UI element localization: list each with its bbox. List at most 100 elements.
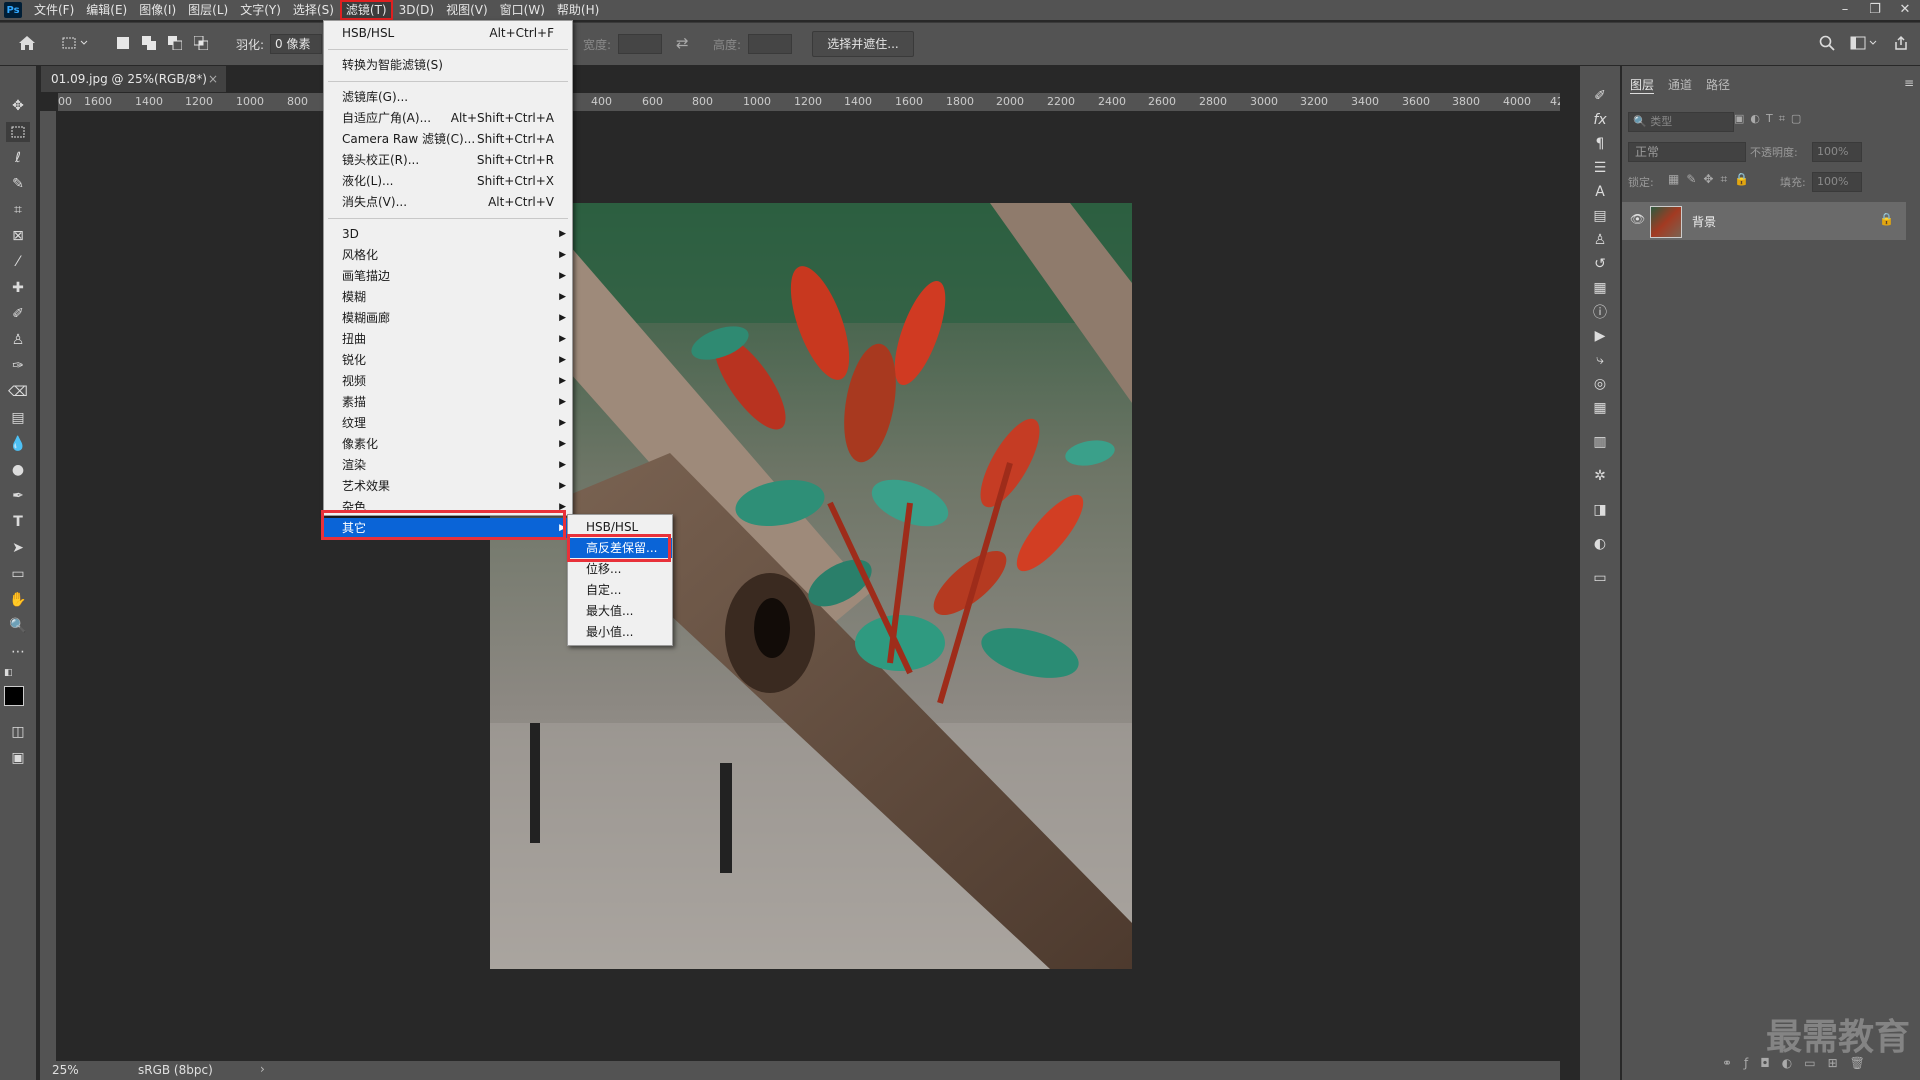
other-submenu-item-3[interactable]: 自定... [568,580,672,600]
pen-tool-icon[interactable]: ✒ [6,486,30,506]
clone-source-icon[interactable]: ♙ [1590,230,1610,250]
menu-item-submenu-3[interactable]: 模糊 ▶ [324,287,572,307]
lasso-tool-icon[interactable]: ℓ [6,148,30,168]
menu-layer[interactable]: 图层(L) [182,0,234,20]
menu-help[interactable]: 帮助(H) [551,0,605,20]
layer-filter-select[interactable]: 🔍 类型 [1628,112,1734,132]
crop-tool-icon[interactable]: ⌗ [6,200,30,220]
glyphs-icon[interactable]: ▤ [1590,206,1610,226]
3d-icon[interactable]: ◎ [1590,374,1610,394]
search-icon[interactable] [1816,32,1838,54]
menu-item-filter-2[interactable]: 滤镜库(G)... [324,87,572,107]
menu-item-submenu-0[interactable]: 3D ▶ [324,224,572,244]
type-tool-icon[interactable]: T [6,512,30,532]
menu-item-convert-smart-filter[interactable]: 转换为智能滤镜(S) [324,55,572,75]
marquee-preset-icon[interactable] [58,32,92,54]
gradient-tool-icon[interactable]: ▤ [6,408,30,428]
swap-icon[interactable]: ⇄ [676,34,689,52]
visibility-eye-icon[interactable]: 👁 [1630,212,1645,226]
frame-tool-icon[interactable]: ⊠ [6,226,30,246]
brush-tool-icon[interactable]: ✐ [6,304,30,324]
menu-3d[interactable]: 3D(D) [393,0,440,20]
default-colors-icon[interactable]: ◧ [4,668,16,678]
menu-item-filter-7[interactable]: 消失点(V)... Alt+Ctrl+V [324,192,572,212]
other-submenu-item-4[interactable]: 最大值... [568,601,672,621]
brush-settings-icon[interactable]: ✐ [1590,86,1610,106]
path-select-tool-icon[interactable]: ➤ [6,538,30,558]
menu-item-submenu-8[interactable]: 素描 ▶ [324,392,572,412]
menu-image[interactable]: 图像(I) [133,0,182,20]
workspace-icon[interactable] [1848,32,1880,54]
blur-tool-icon[interactable]: 💧 [6,434,30,454]
table-icon[interactable]: ▦ [1590,398,1610,418]
blend-mode-select[interactable]: 正常 [1628,142,1746,162]
paragraph-icon[interactable]: ¶ [1590,134,1610,154]
rectangle-tool-icon[interactable]: ▭ [6,564,30,584]
menu-type[interactable]: 文字(Y) [234,0,287,20]
move-tool-icon[interactable]: ✥ [6,96,30,116]
home-icon[interactable] [14,32,40,54]
other-submenu-item-5[interactable]: 最小值... [568,622,672,642]
layer-row-background[interactable]: 👁 背景 🔒 [1622,202,1906,240]
menu-item-filter-3[interactable]: 自适应广角(A)... Alt+Shift+Ctrl+A [324,108,572,128]
lock-icons[interactable]: ▦✎✥⌗🔒 [1668,172,1756,187]
styles-icon[interactable]: fx [1590,110,1610,130]
share-icon[interactable] [1890,32,1912,54]
menu-item-submenu-6[interactable]: 锐化 ▶ [324,350,572,370]
menu-item-submenu-1[interactable]: 风格化 ▶ [324,245,572,265]
new-selection-icon[interactable] [114,32,132,54]
fill-input[interactable]: 100% [1812,172,1862,192]
menu-item-filter-6[interactable]: 液化(L)... Shift+Ctrl+X [324,171,572,191]
document-tab[interactable]: 01.09.jpg @ 25%(RGB/8*) × [41,66,226,92]
menu-item-submenu-7[interactable]: 视频 ▶ [324,371,572,391]
restore-icon[interactable]: ❐ [1860,0,1890,20]
width-input[interactable] [618,34,662,54]
menu-item-submenu-12[interactable]: 艺术效果 ▶ [324,476,572,496]
quick-select-tool-icon[interactable]: ✎ [6,174,30,194]
menu-window[interactable]: 窗口(W) [494,0,551,20]
menu-select[interactable]: 选择(S) [287,0,340,20]
history-brush-tool-icon[interactable]: ✑ [6,356,30,376]
menu-item-hsb-hsl[interactable]: HSB/HSL Alt+Ctrl+F [324,23,572,43]
menu-edit[interactable]: 编辑(E) [80,0,133,20]
notes-icon[interactable]: ▥ [1590,432,1610,452]
panel-menu-icon[interactable]: ≡ [1904,76,1914,90]
quick-mask-icon[interactable]: ◫ [6,722,30,742]
menu-file[interactable]: 文件(F) [28,0,80,20]
healing-brush-tool-icon[interactable]: ✚ [6,278,30,298]
menu-item-submenu-9[interactable]: 纹理 ▶ [324,413,572,433]
color-icon[interactable]: ◐ [1590,534,1610,554]
menu-item-filter-5[interactable]: 镜头校正(R)... Shift+Ctrl+R [324,150,572,170]
other-submenu-item-2[interactable]: 位移... [568,559,672,579]
character-icon[interactable]: A [1590,182,1610,202]
layer-lock-icon[interactable]: 🔒 [1879,212,1894,226]
eyedropper-tool-icon[interactable]: ⁄ [6,252,30,272]
menu-filter[interactable]: 滤镜(T) [339,0,393,20]
menu-item-submenu-2[interactable]: 画笔描边 ▶ [324,266,572,286]
height-input[interactable] [748,34,792,54]
properties-icon[interactable]: ◨ [1590,500,1610,520]
tab-channels[interactable]: 通道 [1668,76,1692,94]
screen-mode-icon[interactable]: ▣ [6,748,30,768]
layer-filter-icons[interactable]: ▣◐T⌗▢ [1734,112,1904,130]
menu-item-submenu-5[interactable]: 扭曲 ▶ [324,329,572,349]
select-and-mask-button[interactable]: 选择并遮住... [812,31,914,57]
dodge-tool-icon[interactable]: ● [6,460,30,480]
minimize-icon[interactable]: – [1830,0,1860,20]
menu-item-filter-4[interactable]: Camera Raw 滤镜(C)... Shift+Ctrl+A [324,129,572,149]
close-tab-icon[interactable]: × [208,66,218,92]
actions-icon[interactable]: ▶ [1590,326,1610,346]
menu-view[interactable]: 视图(V) [440,0,494,20]
tab-paths[interactable]: 路径 [1706,76,1730,94]
marquee-tool-icon[interactable] [6,122,30,142]
hand-tool-icon[interactable]: ✋ [6,590,30,610]
history-icon[interactable]: ↺ [1590,254,1610,274]
add-selection-icon[interactable] [140,32,158,54]
close-icon[interactable]: ✕ [1890,0,1920,20]
menu-item-submenu-10[interactable]: 像素化 ▶ [324,434,572,454]
feather-input[interactable]: 0 像素 [270,34,322,54]
adjustments-icon[interactable]: ☰ [1590,158,1610,178]
status-expand-icon[interactable]: › [260,1062,265,1076]
paths-icon[interactable]: ⤷ [1590,350,1610,370]
menu-item-submenu-4[interactable]: 模糊画廊 ▶ [324,308,572,328]
